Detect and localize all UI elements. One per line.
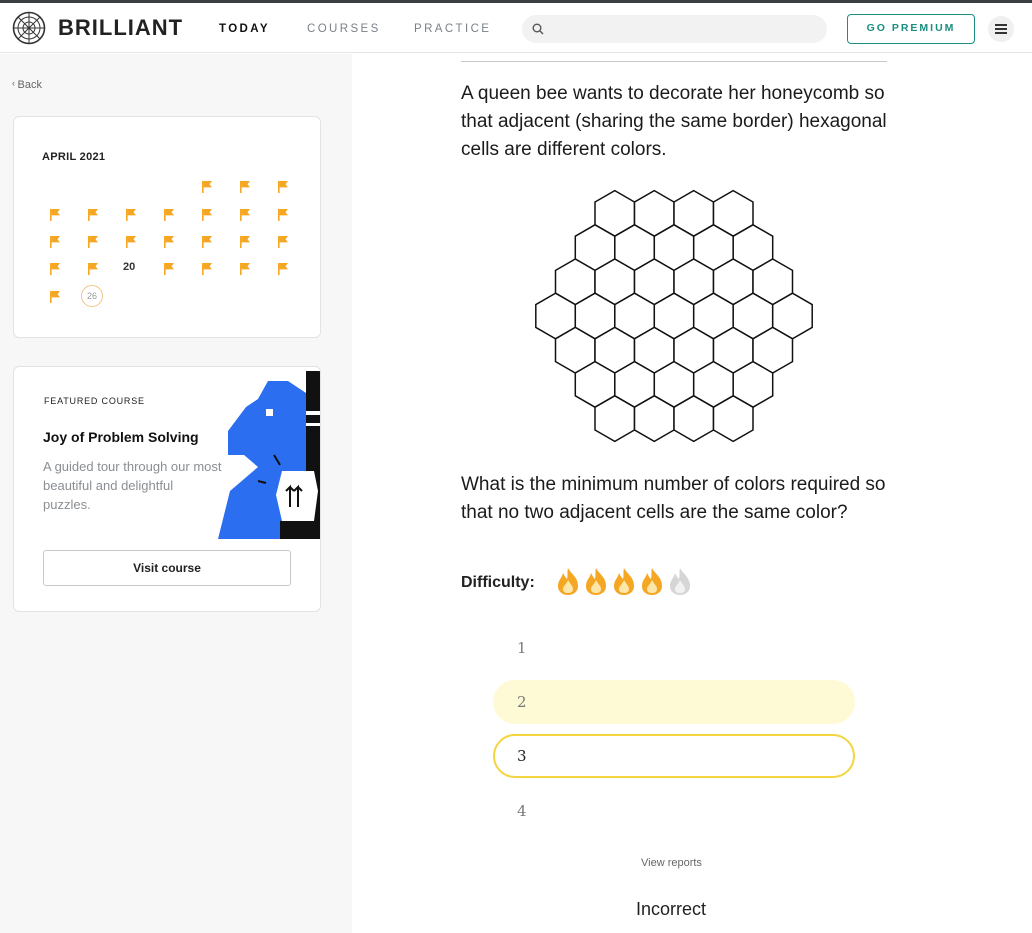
featured-description: A guided tour through our most beautiful… xyxy=(43,459,222,512)
streak-flag-icon xyxy=(50,263,60,275)
back-link[interactable]: ‹ Back xyxy=(12,78,42,91)
streak-flag-icon xyxy=(202,236,212,248)
streak-flag-icon xyxy=(50,209,60,221)
go-premium-button[interactable]: GO PREMIUM xyxy=(847,14,975,44)
visit-course-button[interactable]: Visit course xyxy=(43,550,291,586)
flame-icon-filled xyxy=(582,566,610,596)
problem-panel: A queen bee wants to decorate her honeyc… xyxy=(352,54,1032,933)
streak-flag-icon xyxy=(88,263,98,275)
streak-flag-icon xyxy=(164,263,174,275)
streak-flag-icon xyxy=(50,236,60,248)
result-status: Incorrect xyxy=(636,899,707,919)
brilliant-logo-icon[interactable] xyxy=(12,11,46,45)
option-4[interactable]: 4 xyxy=(493,789,855,833)
search-input[interactable] xyxy=(522,15,827,43)
difficulty-rating xyxy=(554,566,694,596)
streak-flag-icon xyxy=(278,181,288,193)
calendar-month: APRIL 2021 xyxy=(42,151,106,163)
search-icon xyxy=(532,23,544,35)
calendar-day-20: 20 xyxy=(123,261,136,273)
featured-title[interactable]: Joy of Problem Solving xyxy=(43,429,199,445)
streak-flag-icon xyxy=(88,236,98,248)
option-3[interactable]: 3 xyxy=(493,734,855,778)
difficulty-label: Difficulty: xyxy=(461,574,535,591)
back-label: Back xyxy=(17,79,42,91)
chess-knight-illustration xyxy=(218,371,320,539)
featured-label: FEATURED COURSE xyxy=(44,396,145,406)
problem-text: A queen bee wants to decorate her honeyc… xyxy=(461,83,887,160)
option-2[interactable]: 2 xyxy=(493,680,855,724)
streak-flag-icon xyxy=(202,263,212,275)
flame-icon-filled xyxy=(638,566,666,596)
streak-flag-icon xyxy=(126,236,136,248)
view-reports-link[interactable]: View reports xyxy=(641,857,702,869)
streak-flag-icon xyxy=(202,209,212,221)
divider xyxy=(461,61,887,62)
sidebar: ‹ Back APRIL 2021 20 26 FEATURED COURSE J… xyxy=(0,54,352,933)
streak-flag-icon xyxy=(240,263,250,275)
streak-flag-icon xyxy=(202,181,212,193)
calendar-card: APRIL 2021 20 26 xyxy=(13,116,321,338)
streak-flag-icon xyxy=(240,181,250,193)
nav-today[interactable]: TODAY xyxy=(219,23,270,35)
streak-flag-icon xyxy=(278,209,288,221)
flame-icon-filled xyxy=(610,566,638,596)
top-navbar: BRILLIANT TODAY COURSES PRACTICE GO PREM… xyxy=(0,3,1032,53)
nav-practice[interactable]: PRACTICE xyxy=(414,23,491,35)
streak-flag-icon xyxy=(278,236,288,248)
streak-flag-icon xyxy=(278,263,288,275)
brand-name[interactable]: BRILLIANT xyxy=(58,15,183,41)
streak-flag-icon xyxy=(88,209,98,221)
flame-icon-filled xyxy=(554,566,582,596)
streak-flag-icon xyxy=(240,209,250,221)
featured-course-card: FEATURED COURSE Joy of Problem Solving A… xyxy=(13,366,321,612)
honeycomb-figure xyxy=(535,189,813,443)
problem-question: What is the minimum number of colors req… xyxy=(461,474,886,523)
nav-courses[interactable]: COURSES xyxy=(307,23,381,35)
menu-icon[interactable] xyxy=(988,16,1014,42)
streak-flag-icon xyxy=(126,209,136,221)
streak-flag-icon xyxy=(164,236,174,248)
flame-icon-empty xyxy=(666,566,694,596)
calendar-today: 26 xyxy=(81,285,103,307)
streak-flag-icon xyxy=(164,209,174,221)
streak-flag-icon xyxy=(240,236,250,248)
streak-flag-icon xyxy=(50,291,60,303)
option-1[interactable]: 1 xyxy=(493,626,855,670)
